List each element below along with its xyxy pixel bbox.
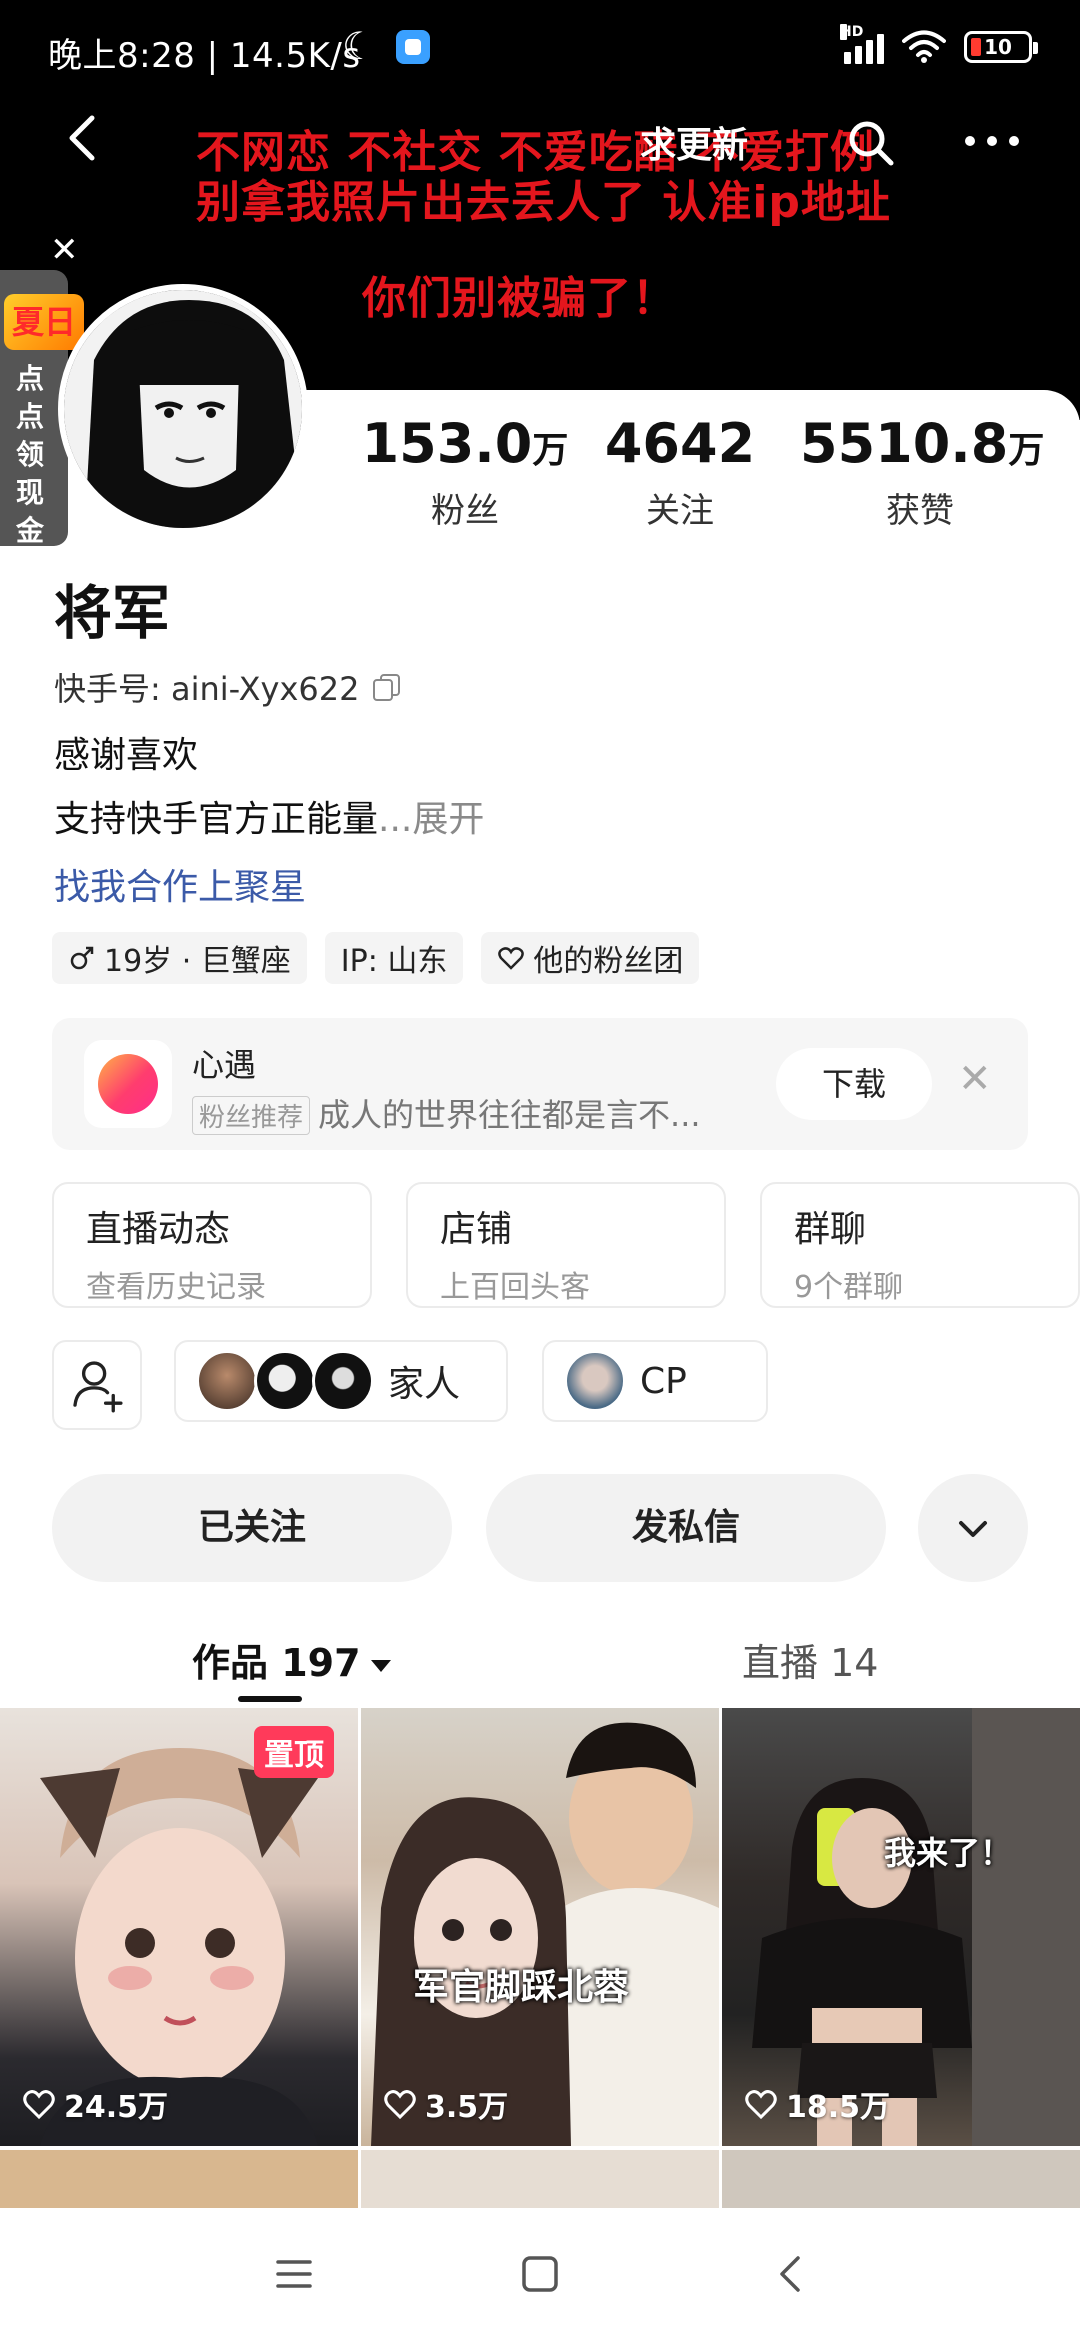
stat-likes[interactable]: 5510.8万 获赞 <box>800 412 1044 532</box>
promo-subtitle: 粉丝推荐 成人的世界往往都是言不... <box>192 1090 701 1136</box>
active-tab-indicator <box>238 1696 302 1702</box>
video-grid: 置顶 24.5万 军官脚踩北蓉 3.5万 我来了！ 18.5万 <box>0 1708 1080 2210</box>
request-update-button[interactable]: 求更新 <box>640 116 748 168</box>
home-icon[interactable] <box>518 2252 562 2296</box>
heart-outline-icon <box>384 2090 416 2120</box>
collab-link[interactable]: 找我合作上聚星 <box>54 858 306 910</box>
tab-works[interactable]: 作品 197 <box>192 1632 391 1687</box>
chevron-down-icon <box>959 1521 987 1537</box>
profile-stats: 153.0万 粉丝 4642 关注 5510.8万 获赞 <box>340 412 1060 542</box>
back-button[interactable] <box>56 110 112 166</box>
heart-outline-icon <box>745 2090 777 2120</box>
stat-followers[interactable]: 153.0万 粉丝 <box>360 412 570 532</box>
video-caption: 我来了！ <box>884 1834 1013 1872</box>
group-family[interactable]: 家人 <box>174 1340 508 1422</box>
group-cp[interactable]: CP <box>542 1340 768 1422</box>
heart-outline-icon <box>23 2090 55 2120</box>
card-live-history[interactable]: 直播动态 查看历史记录 <box>52 1182 372 1308</box>
friend-groups: 家人 CP <box>52 1340 1052 1430</box>
card-shop[interactable]: 店铺 上百回头客 <box>406 1182 726 1308</box>
following-button[interactable]: 已关注 <box>52 1474 452 1582</box>
expand-button[interactable] <box>918 1474 1028 1582</box>
ip-tag: IP: 山东 <box>324 932 464 984</box>
bio-line-1: 感谢喜欢 <box>54 735 199 776</box>
video-thumbnail[interactable]: 置顶 24.5万 <box>0 1708 358 2146</box>
more-options-icon[interactable] <box>962 126 1022 156</box>
tab-live[interactable]: 直播 14 <box>742 1632 878 1687</box>
promo-title: 心遇 <box>192 1046 257 1084</box>
app-notification-icon <box>396 30 430 64</box>
video-caption: 军官脚踩北蓉 <box>413 1967 630 2008</box>
system-nav-bar <box>0 2208 1080 2340</box>
age-tag: 19岁 · 巨蟹座 <box>52 932 307 984</box>
fan-recommend-badge: 粉丝推荐 <box>192 1096 311 1135</box>
banner-text-line3: 你们别被骗了！ <box>362 273 677 324</box>
fan-club-tag[interactable]: 他的粉丝团 <box>481 932 700 984</box>
feature-cards: 直播动态 查看历史记录 店铺 上百回头客 群聊 9个群聊 <box>52 1182 1080 1308</box>
cash-reward-text: 点点领现金 <box>16 362 45 547</box>
content-tabs: 作品 197 直播 14 <box>0 1622 1080 1712</box>
video-thumbnail-partial[interactable] <box>361 2150 719 2210</box>
bio-expand-link[interactable]: ...展开 <box>378 799 484 840</box>
kuaishou-id-text: 快手号: aini-Xyx622 <box>54 670 360 708</box>
search-icon[interactable] <box>846 118 896 168</box>
profile-name: 将军 <box>54 579 171 647</box>
like-count: 18.5万 <box>744 2082 890 2126</box>
bio-line-2: 支持快手官方正能量...展开 <box>54 790 484 842</box>
status-bar: 晚上8:28 | 14.5K/s ☾ HD 10 <box>0 0 1080 100</box>
card-group-chat[interactable]: 群聊 9个群聊 <box>760 1182 1080 1308</box>
cash-reward-badge: 夏日 <box>4 294 84 350</box>
video-thumbnail[interactable]: 我来了！ 18.5万 <box>722 1708 1080 2146</box>
battery-icon: 10 <box>964 31 1038 63</box>
male-icon <box>70 946 94 970</box>
bio-line-2-text: 支持快手官方正能量 <box>54 799 379 840</box>
xinyu-app-icon <box>84 1040 172 1128</box>
like-count: 24.5万 <box>22 2082 168 2126</box>
close-promo-icon[interactable]: ✕ <box>50 230 79 270</box>
back-nav-icon[interactable] <box>770 2252 814 2296</box>
status-time: 晚上8:28 | 14.5K/s <box>48 36 361 76</box>
copy-icon[interactable] <box>371 673 401 701</box>
kuaishou-id: 快手号: aini-Xyx622 <box>54 664 401 710</box>
member-avatar <box>564 1350 626 1412</box>
send-message-button[interactable]: 发私信 <box>486 1474 886 1582</box>
close-icon[interactable]: ✕ <box>958 1056 992 1102</box>
moon-icon: ☾ <box>342 24 377 68</box>
app-promo-card[interactable]: 心遇 粉丝推荐 成人的世界往往都是言不... 下载 ✕ <box>52 1018 1028 1150</box>
member-avatar <box>196 1350 258 1412</box>
pinned-badge: 置顶 <box>254 1726 334 1778</box>
caret-down-icon <box>370 1659 391 1672</box>
add-friend-button[interactable] <box>52 1340 142 1430</box>
video-thumbnail-partial[interactable] <box>722 2150 1080 2210</box>
heart-icon <box>498 947 525 970</box>
menu-icon[interactable] <box>272 2252 316 2296</box>
avatar[interactable] <box>58 284 308 534</box>
stat-following[interactable]: 4642 关注 <box>590 412 770 532</box>
video-thumbnail[interactable]: 军官脚踩北蓉 3.5万 <box>361 1708 719 2146</box>
video-thumbnail-partial[interactable] <box>0 2150 358 2210</box>
profile-tags: 19岁 · 巨蟹座 IP: 山东 他的粉丝团 <box>52 932 700 984</box>
member-avatar <box>254 1350 316 1412</box>
profile-actions: 已关注 发私信 <box>52 1474 1052 1582</box>
like-count: 3.5万 <box>383 2082 508 2126</box>
signal-icon: HD <box>840 24 884 64</box>
member-avatar <box>312 1350 374 1412</box>
wifi-icon <box>902 30 946 63</box>
download-button[interactable]: 下载 <box>776 1048 932 1120</box>
banner-text-line2: 别拿我照片出去丢人了 认准ip地址 <box>196 177 891 228</box>
